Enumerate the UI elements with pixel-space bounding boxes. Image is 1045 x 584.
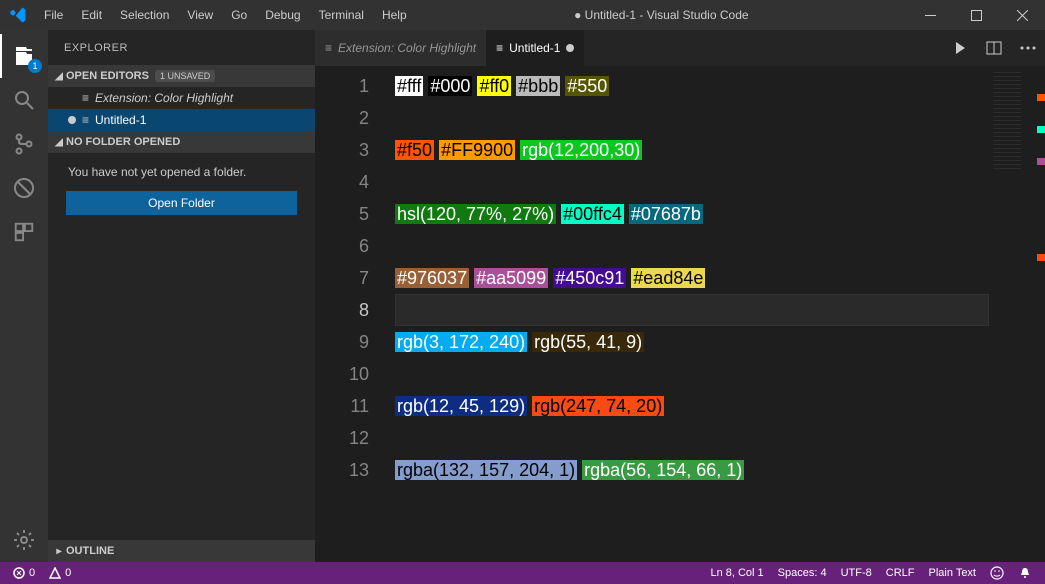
open-editor-item[interactable]: ≡Extension: Color Highlight [48, 87, 315, 109]
color-token: hsl(120, 77%, 27%) [395, 204, 556, 224]
activity-explorer[interactable]: 1 [0, 34, 48, 78]
activity-debug[interactable] [0, 166, 48, 210]
open-folder-button[interactable]: Open Folder [66, 191, 297, 215]
activity-badge: 1 [28, 59, 42, 73]
status-language[interactable]: Plain Text [922, 567, 984, 579]
status-feedback-icon[interactable] [983, 566, 1011, 580]
status-warnings[interactable]: 0 [42, 567, 78, 579]
status-cursor[interactable]: Ln 8, Col 1 [703, 567, 770, 579]
title-bar: FileEditSelectionViewGoDebugTerminalHelp… [0, 0, 1045, 30]
editor-body[interactable]: 12345678910111213 #fff #000 #ff0 #bbb #5… [315, 66, 1045, 562]
color-token: rgb(12, 45, 129) [395, 396, 527, 416]
editor-tab[interactable]: ≡Untitled-1 [486, 30, 584, 66]
color-token: #000 [428, 76, 472, 96]
file-icon: ≡ [82, 91, 89, 105]
color-token: #976037 [395, 268, 469, 288]
color-token: rgba(56, 154, 66, 1) [582, 460, 744, 480]
color-token: #fff [395, 76, 423, 96]
menu-help[interactable]: Help [373, 8, 416, 22]
color-token: #450c91 [553, 268, 626, 288]
chevron-right-icon: ▸ [52, 546, 66, 557]
open-editor-item[interactable]: ≡Untitled-1 [48, 109, 315, 131]
no-folder-message: You have not yet opened a folder. [48, 153, 315, 191]
color-token: rgba(132, 157, 204, 1) [395, 460, 577, 480]
menu-selection[interactable]: Selection [111, 8, 178, 22]
split-editor-icon[interactable] [977, 30, 1011, 66]
open-editors-header[interactable]: ◢ OPEN EDITORS 1 UNSAVED [48, 65, 315, 87]
unsaved-badge: 1 UNSAVED [155, 70, 215, 82]
status-bell-icon[interactable] [1011, 566, 1039, 580]
status-bar: 0 0 Ln 8, Col 1 Spaces: 4 UTF-8 CRLF Pla… [0, 562, 1045, 584]
color-token: #aa5099 [474, 268, 548, 288]
editor-area: ≡Extension: Color Highlight≡Untitled-1 1… [315, 30, 1045, 562]
chevron-down-icon: ◢ [52, 71, 66, 82]
activity-scm[interactable] [0, 122, 48, 166]
file-icon: ≡ [325, 41, 332, 55]
modified-dot-icon [68, 116, 76, 124]
modified-dot-icon [566, 44, 574, 52]
color-token: #07687b [629, 204, 703, 224]
color-token: rgb(12,200,30) [520, 140, 642, 160]
code-content[interactable]: #fff #000 #ff0 #bbb #550 #f50 #FF9900 rgb… [395, 66, 989, 562]
overview-mark [1037, 126, 1045, 133]
activity-bar: 1 [0, 30, 48, 562]
close-icon[interactable] [999, 0, 1045, 30]
overview-ruler[interactable] [1031, 66, 1045, 562]
color-token: #550 [565, 76, 609, 96]
color-token: #bbb [516, 76, 560, 96]
menu-debug[interactable]: Debug [256, 8, 309, 22]
menu-bar: FileEditSelectionViewGoDebugTerminalHelp [35, 8, 416, 22]
overview-mark [1037, 254, 1045, 261]
menu-go[interactable]: Go [222, 8, 256, 22]
sidebar: EXPLORER ◢ OPEN EDITORS 1 UNSAVED ≡Exten… [48, 30, 315, 562]
color-token: #ff0 [477, 76, 511, 96]
maximize-icon[interactable] [953, 0, 999, 30]
run-icon[interactable] [943, 30, 977, 66]
activity-search[interactable] [0, 78, 48, 122]
outline-header[interactable]: ▸ OUTLINE [48, 540, 315, 562]
activity-extensions[interactable] [0, 210, 48, 254]
color-token: #00ffc4 [561, 204, 624, 224]
menu-view[interactable]: View [178, 8, 222, 22]
sidebar-title: EXPLORER [48, 30, 315, 65]
overview-mark [1037, 158, 1045, 165]
status-encoding[interactable]: UTF-8 [834, 567, 879, 579]
activity-settings[interactable] [0, 518, 48, 562]
file-icon: ≡ [496, 41, 503, 55]
color-token: rgb(247, 74, 20) [532, 396, 664, 416]
window-title: ● Untitled-1 - Visual Studio Code [416, 8, 907, 22]
overview-mark [1037, 94, 1045, 101]
color-token: #FF9900 [439, 140, 515, 160]
editor-tabs: ≡Extension: Color Highlight≡Untitled-1 [315, 30, 1045, 66]
line-numbers: 12345678910111213 [315, 66, 395, 562]
menu-terminal[interactable]: Terminal [310, 8, 373, 22]
color-token: rgb(3, 172, 240) [395, 332, 527, 352]
color-token: #ead84e [631, 268, 705, 288]
menu-edit[interactable]: Edit [72, 8, 111, 22]
color-token: #f50 [395, 140, 434, 160]
minimize-icon[interactable] [907, 0, 953, 30]
status-eol[interactable]: CRLF [879, 567, 922, 579]
menu-file[interactable]: File [35, 8, 72, 22]
no-folder-header[interactable]: ◢ NO FOLDER OPENED [48, 131, 315, 153]
status-errors[interactable]: 0 [6, 567, 42, 579]
vscode-logo-icon [0, 6, 35, 24]
color-token: rgb(55, 41, 9) [532, 332, 644, 352]
status-spaces[interactable]: Spaces: 4 [771, 567, 834, 579]
chevron-down-icon: ◢ [52, 137, 66, 148]
more-icon[interactable] [1011, 30, 1045, 66]
file-icon: ≡ [82, 113, 89, 127]
editor-tab[interactable]: ≡Extension: Color Highlight [315, 30, 486, 66]
